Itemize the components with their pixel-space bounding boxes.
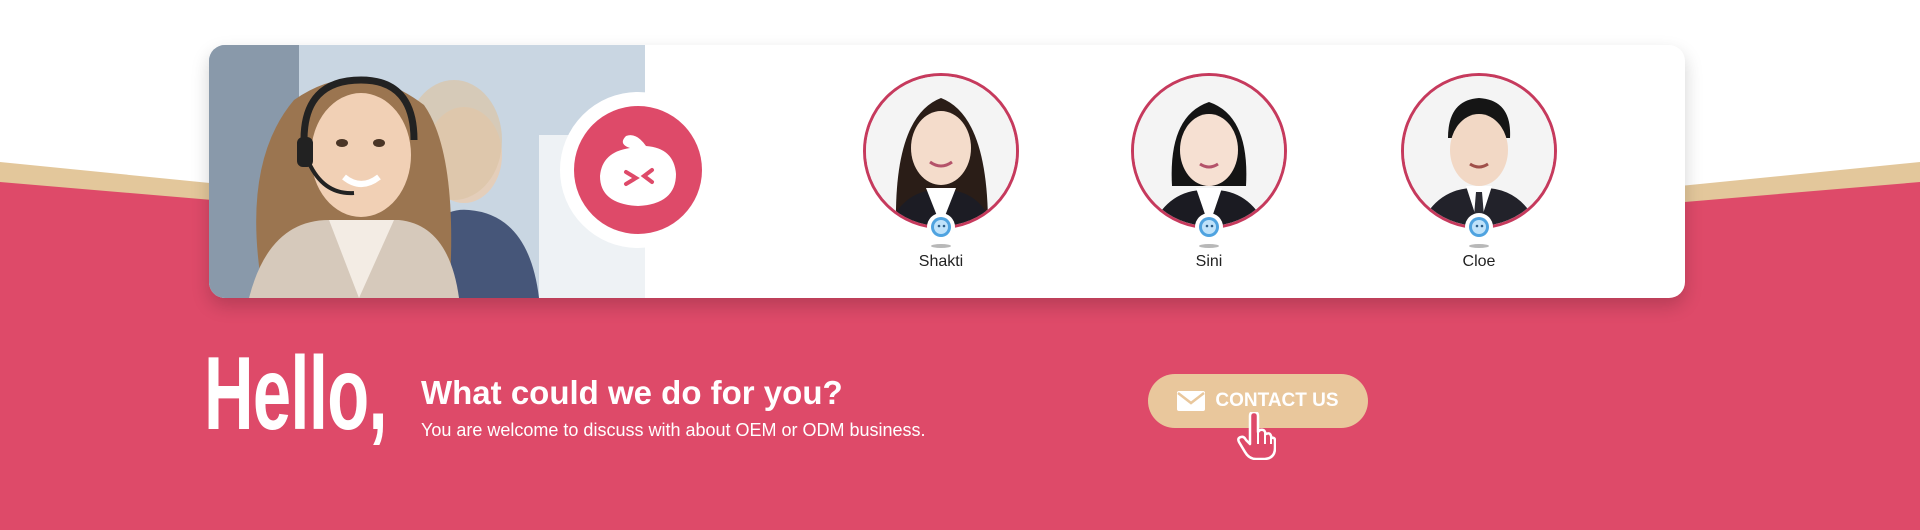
avatar <box>1131 73 1287 229</box>
chat-badge-icon <box>927 213 955 241</box>
chat-badge-icon <box>1195 213 1223 241</box>
envelope-icon <box>1177 391 1206 411</box>
chat-badge-icon <box>1465 213 1493 241</box>
cta-subline: You are welcome to discuss with about OE… <box>421 420 926 440</box>
chat-bubble-logo-icon <box>574 106 702 234</box>
hand-pointer-icon <box>1237 412 1276 460</box>
badge-shadow <box>1469 244 1489 248</box>
hello-heading: Hello, <box>204 336 388 452</box>
cta-headline: What could we do for you? <box>421 374 843 411</box>
badge-shadow <box>1199 244 1219 248</box>
agent-name: Cloe <box>1462 253 1496 270</box>
agent-card-sini[interactable]: Sini <box>1129 73 1289 270</box>
agent-card-cloe[interactable]: Cloe <box>1399 73 1559 270</box>
agent-card-shakti[interactable]: Shakti <box>861 73 1021 270</box>
avatar <box>863 73 1019 229</box>
avatar <box>1401 73 1557 229</box>
badge-shadow <box>931 244 951 248</box>
agents-card: Shakti Sini Cloe <box>209 45 1685 298</box>
agent-name: Sini <box>1195 253 1223 270</box>
agent-name: Shakti <box>918 253 964 270</box>
contact-us-label: CONTACT US <box>1215 390 1339 411</box>
